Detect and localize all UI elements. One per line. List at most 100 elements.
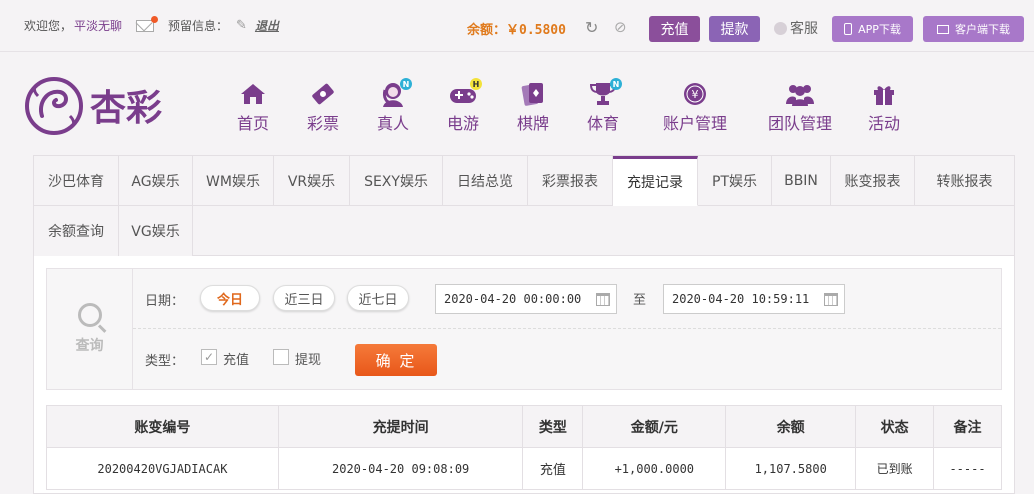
tab-pt[interactable]: PT娱乐: [698, 156, 772, 206]
tab-deposit-withdraw-records[interactable]: 充提记录: [613, 156, 698, 206]
client-download-label: 客户端下载: [955, 23, 1010, 36]
monitor-icon: [937, 24, 949, 34]
withdraw-checkbox[interactable]: [273, 349, 289, 365]
record-type: 充值: [522, 447, 584, 490]
query-box: 查询 日期： 今日 近三日 近七日 2020-04-20 00:00:00 至 …: [46, 268, 1002, 390]
balance-display: 余额：￥0.5800: [467, 23, 566, 38]
record-amount: +1,000.0000: [582, 447, 727, 490]
tab-daily-overview[interactable]: 日结总览: [443, 156, 528, 206]
nav-account[interactable]: ¥ 账户管理: [646, 80, 744, 134]
tab-transfer-report[interactable]: 转账报表: [915, 156, 1014, 206]
end-date-input[interactable]: 2020-04-20 10:59:11: [663, 284, 845, 314]
tab-shaba-sports[interactable]: 沙巴体育: [34, 156, 119, 206]
nav-lottery[interactable]: 彩票: [280, 80, 366, 134]
top-bar: 欢迎您， 平淡无聊 预留信息： ✎ 退出 余额：￥0.5800 ↻ ⊘ 充值 提…: [0, 0, 1034, 52]
site-logo[interactable]: 杏彩: [24, 76, 176, 136]
new-badge: N: [610, 78, 622, 90]
logout-link[interactable]: 退出: [255, 17, 279, 34]
col-header: 金额/元: [582, 405, 727, 448]
main-nav: 首页 彩票 N 真人 H 电游 棋牌 N 体育 ¥ 账户管理 团队管理 活动: [226, 78, 912, 134]
last-3-days-button[interactable]: 近三日: [273, 285, 335, 311]
query-button[interactable]: 查询: [47, 269, 133, 389]
tab-vr[interactable]: VR娱乐: [274, 156, 350, 206]
nav-label: 彩票: [306, 114, 339, 133]
search-icon: [77, 303, 102, 327]
start-date-input[interactable]: 2020-04-20 00:00:00: [435, 284, 617, 314]
refresh-icon[interactable]: ↻: [585, 18, 598, 37]
tab-lottery-report[interactable]: 彩票报表: [528, 156, 613, 206]
nav-label: 电游: [446, 114, 479, 133]
deposit-checkbox[interactable]: ✓: [201, 349, 217, 365]
service-label: 客服: [790, 21, 818, 37]
nav-live[interactable]: N 真人: [366, 78, 420, 134]
live-dealer-icon: N: [378, 78, 412, 108]
nav-chess[interactable]: 棋牌: [506, 80, 560, 134]
today-button[interactable]: 今日: [200, 285, 260, 311]
record-time: 2020-04-20 09:08:09: [277, 447, 524, 490]
home-icon: [238, 80, 268, 108]
svg-text:¥: ¥: [692, 88, 699, 101]
hot-badge: H: [470, 78, 482, 90]
tab-balance-query[interactable]: 余额查询: [34, 206, 119, 256]
tab-sexy[interactable]: SEXY娱乐: [350, 156, 443, 206]
nav-label: 体育: [586, 114, 619, 133]
withdraw-button[interactable]: 提款: [709, 16, 760, 42]
nav-label: 真人: [376, 114, 409, 133]
phone-icon: [844, 23, 853, 35]
deposit-label: 充值: [223, 353, 250, 368]
tab-wm[interactable]: WM娱乐: [193, 156, 274, 206]
table-row: 20200420VGJADIACAK 2020-04-20 09:08:09 充…: [46, 447, 1002, 490]
top-bar-left: 欢迎您， 平淡无聊 预留信息： ✎ 退出: [24, 15, 279, 34]
app-download-button[interactable]: APP下载: [832, 16, 913, 42]
welcome-text: 欢迎您，: [24, 19, 73, 33]
new-badge: N: [400, 78, 412, 90]
report-panel: 沙巴体育 AG娱乐 WM娱乐 VR娱乐 SEXY娱乐 日结总览 彩票报表 充提记…: [33, 155, 1015, 494]
logo-graphic: 杏彩: [25, 77, 162, 135]
charge-button[interactable]: 充值: [649, 16, 700, 42]
tab-bbin[interactable]: BBIN: [772, 156, 831, 206]
col-header: 类型: [522, 405, 584, 448]
record-status: 已到账: [855, 447, 935, 490]
record-id: 20200420VGJADIACAK: [46, 447, 279, 490]
hide-eye-icon[interactable]: ⊘: [614, 18, 627, 36]
records-table: 账变编号 充提时间 类型 金额/元 余额 状态 备注 20200420VGJAD…: [46, 405, 1002, 490]
table-header-row: 账变编号 充提时间 类型 金额/元 余额 状态 备注: [46, 405, 1002, 448]
service-icon: [774, 21, 787, 35]
calendar-icon[interactable]: [824, 293, 838, 306]
edit-icon[interactable]: ✎: [236, 18, 247, 33]
start-date-value: 2020-04-20 00:00:00: [444, 292, 582, 306]
col-header: 余额: [725, 405, 857, 448]
type-row: 类型： ✓ 充值 提现 确 定: [133, 329, 1001, 389]
col-header: 账变编号: [46, 405, 279, 448]
app-download-label: APP下载: [858, 23, 901, 36]
mail-icon[interactable]: [136, 15, 159, 32]
col-header: 状态: [855, 405, 935, 448]
nav-activity[interactable]: 活动: [856, 80, 912, 134]
unread-dot: [151, 15, 159, 23]
col-header: 备注: [933, 405, 1002, 448]
gift-icon: [869, 80, 899, 108]
end-date-value: 2020-04-20 10:59:11: [672, 292, 810, 306]
customer-service-link[interactable]: 客服: [774, 18, 818, 38]
confirm-button[interactable]: 确 定: [355, 344, 437, 376]
nav-sports[interactable]: N 体育: [560, 78, 646, 134]
nav-label: 账户管理: [662, 114, 727, 133]
calendar-icon[interactable]: [596, 293, 610, 306]
nav-home[interactable]: 首页: [226, 80, 280, 134]
query-label: 查询: [75, 338, 104, 354]
yen-coin-icon: ¥: [680, 80, 710, 108]
col-header: 充提时间: [277, 405, 524, 448]
last-7-days-button[interactable]: 近七日: [347, 285, 409, 311]
tab-ag[interactable]: AG娱乐: [119, 156, 193, 206]
message-label: 预留信息：: [168, 19, 229, 33]
username[interactable]: 平淡无聊: [74, 17, 122, 34]
nav-team[interactable]: 团队管理: [744, 80, 856, 134]
withdraw-label: 提现: [295, 353, 322, 368]
record-balance: 1,107.5800: [725, 447, 857, 490]
nav-egame[interactable]: H 电游: [420, 78, 506, 134]
client-download-button[interactable]: 客户端下载: [923, 16, 1024, 42]
tab-account-change-report[interactable]: 账变报表: [831, 156, 915, 206]
nav-label: 团队管理: [767, 114, 832, 133]
tab-vg[interactable]: VG娱乐: [119, 206, 193, 256]
team-icon: [785, 80, 815, 108]
